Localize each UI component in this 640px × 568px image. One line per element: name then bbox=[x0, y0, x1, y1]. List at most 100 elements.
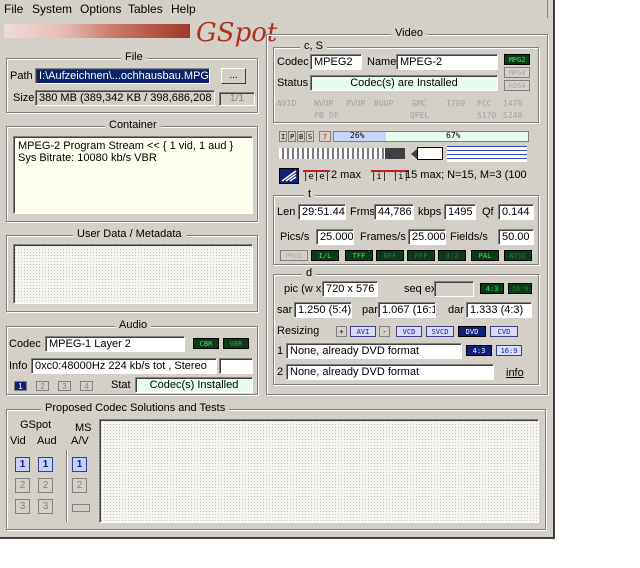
resize1-field[interactable]: None, already DVD format bbox=[286, 343, 462, 359]
dimensions-subgroup-title: d bbox=[302, 267, 317, 279]
fields-field[interactable]: 50.00 bbox=[498, 229, 534, 245]
audio-stream-4[interactable]: 4 bbox=[80, 381, 93, 391]
flag-i470: I470 bbox=[503, 99, 523, 108]
gspot-vid-2[interactable]: 2 bbox=[15, 478, 30, 493]
audio-codec-field[interactable]: MPEG-1 Layer 2 bbox=[45, 336, 185, 352]
flag-gmc: GMC bbox=[412, 99, 427, 108]
resize-ratio-4-3: 4:3 bbox=[466, 345, 492, 356]
video-codec-label: Codec bbox=[277, 56, 309, 68]
metadata-text[interactable] bbox=[13, 244, 253, 304]
audio-info-extra[interactable] bbox=[219, 358, 253, 374]
kbps-label: kbps bbox=[418, 206, 442, 218]
resizing-label: Resizing bbox=[277, 325, 320, 337]
flag-fcc: FCC bbox=[477, 99, 492, 108]
resize-vcd[interactable]: VCD bbox=[396, 326, 422, 337]
browse-button[interactable]: ... bbox=[221, 68, 246, 84]
seqext-field bbox=[434, 281, 474, 297]
proposed-solutions-text[interactable] bbox=[99, 419, 539, 523]
flag-qpel: QPEL bbox=[410, 111, 430, 120]
gspot-window: File System Options Tables Help GSpot Fi… bbox=[0, 0, 555, 539]
metadata-group-title: User Data / Metadata bbox=[73, 228, 186, 240]
qf-field[interactable]: 0.144 bbox=[498, 204, 534, 220]
audio-info-label: Info bbox=[9, 360, 28, 372]
pic-field[interactable]: 720 x 576 bbox=[322, 281, 378, 297]
dar-label: dar bbox=[448, 304, 464, 316]
info-link[interactable]: info bbox=[506, 367, 524, 379]
resize-dvd[interactable]: DVD bbox=[458, 326, 486, 337]
tff-badge: TFF bbox=[345, 250, 373, 261]
flag-pvop: PVOP bbox=[346, 99, 366, 108]
bff-badge: BFF bbox=[376, 250, 404, 261]
gspot-aud-2[interactable]: 2 bbox=[38, 478, 53, 493]
bitrate-pct2: 67% bbox=[446, 131, 461, 140]
container-group: Container MPEG-2 Program Stream << { 1 v… bbox=[6, 119, 258, 222]
audio-info-field[interactable]: 0xc0:48000Hz 224 kb/s tot , Stereo bbox=[31, 358, 217, 374]
kbps-field[interactable]: 1495 bbox=[444, 204, 476, 220]
container-info-text[interactable]: MPEG-2 Program Stream << { 1 vid, 1 aud … bbox=[13, 136, 253, 214]
pal-badge: PAL bbox=[471, 250, 499, 261]
gspot-aud-1[interactable]: 1 bbox=[38, 457, 53, 472]
proposed-divider bbox=[66, 450, 67, 522]
resize-plus[interactable]: + bbox=[336, 326, 347, 337]
audio-group-title: Audio bbox=[115, 319, 152, 331]
path-label: Path bbox=[10, 70, 33, 82]
file-counter: 1/1 bbox=[219, 92, 255, 106]
gop-value: 15 max; N=15, M=3 (100 bbox=[405, 169, 527, 181]
gspot-vid-3[interactable]: 3 bbox=[15, 499, 30, 514]
container-group-title: Container bbox=[105, 119, 161, 131]
ms-av-2[interactable]: 2 bbox=[72, 478, 87, 493]
frames-field[interactable]: 25.000 bbox=[408, 229, 446, 245]
ms-av-1[interactable]: 1 bbox=[72, 457, 87, 472]
h264-badge: H264 bbox=[504, 80, 530, 91]
frame-lines-graphic bbox=[447, 146, 527, 162]
sar-field[interactable]: 1.250 (5:4) bbox=[294, 302, 352, 318]
video-codec-field[interactable]: MPEG2 bbox=[310, 54, 362, 70]
audio-stream-2[interactable]: 2 bbox=[36, 381, 49, 391]
frame-type-i: I bbox=[279, 131, 287, 142]
resize-minus[interactable]: - bbox=[379, 326, 390, 337]
ratio-4-3-badge: 4:3 bbox=[480, 283, 504, 294]
audio-stream-1[interactable]: 1 bbox=[14, 381, 27, 391]
gspot-col-label: GSpot bbox=[20, 419, 52, 431]
codec-subgroup: c, S Codec MPEG2 Name MPEG-2 MPG2 MPG4 H… bbox=[273, 40, 539, 123]
len-field[interactable]: 29:51.44 bbox=[298, 204, 346, 220]
audio-vbr-badge: VBR bbox=[223, 338, 249, 349]
audio-stream-3[interactable]: 3 bbox=[58, 381, 71, 391]
gspot-aud-3[interactable]: 3 bbox=[38, 499, 53, 514]
ms-av-slot[interactable] bbox=[72, 504, 90, 512]
flag-avid: AVID bbox=[277, 99, 297, 108]
vbs-icon bbox=[279, 168, 299, 184]
proposed-group-title: Proposed Codec Solutions and Tests bbox=[41, 402, 230, 414]
pics-field[interactable]: 25.000 bbox=[316, 229, 354, 245]
flag-s170: S170 bbox=[477, 111, 497, 120]
gspot-vid-1[interactable]: 1 bbox=[15, 457, 30, 472]
av-col-label: A/V bbox=[71, 435, 89, 447]
flag-bvop: BVOP bbox=[374, 99, 394, 108]
scrollbar-stub[interactable] bbox=[547, 0, 553, 18]
menu-file[interactable]: File bbox=[4, 2, 23, 16]
bframes-value: 2 max bbox=[331, 169, 361, 181]
dar-field[interactable]: 1.333 (4:3) bbox=[466, 302, 532, 318]
video-name-field[interactable]: MPEG-2 bbox=[396, 54, 498, 70]
par-label: par bbox=[362, 304, 378, 316]
codec-subgroup-title: c, S bbox=[300, 40, 327, 52]
resize2-field[interactable]: None, already DVD format bbox=[286, 364, 494, 380]
menu-system[interactable]: System bbox=[32, 2, 72, 16]
menu-help[interactable]: Help bbox=[171, 2, 196, 16]
vid-col-label: Vid bbox=[10, 435, 26, 447]
len-label: Len bbox=[277, 206, 296, 218]
logo-gradient-strip bbox=[4, 24, 190, 38]
menu-options[interactable]: Options bbox=[80, 2, 121, 16]
resize1-num: 1 bbox=[277, 345, 284, 357]
resize-avi[interactable]: AVI bbox=[350, 326, 376, 337]
resize-cvd[interactable]: CVD bbox=[490, 326, 518, 337]
gop-panel: I P B S 7 26% 67% |e|e| 2 max |i| |i| 15… bbox=[275, 128, 539, 188]
gop-marker: |i| |i| bbox=[371, 170, 409, 182]
path-field[interactable]: I:\Aufzeichnen\...ochhausbau.MPG bbox=[35, 68, 210, 84]
menu-tables[interactable]: Tables bbox=[128, 2, 163, 16]
aud-col-label: Aud bbox=[37, 435, 57, 447]
resize-svcd[interactable]: SVCD bbox=[426, 326, 454, 337]
par-field[interactable]: 1.067 (16:1 bbox=[378, 302, 436, 318]
frms-field[interactable]: 44,786 bbox=[374, 204, 414, 220]
frames-label: Frames/s bbox=[360, 231, 406, 243]
